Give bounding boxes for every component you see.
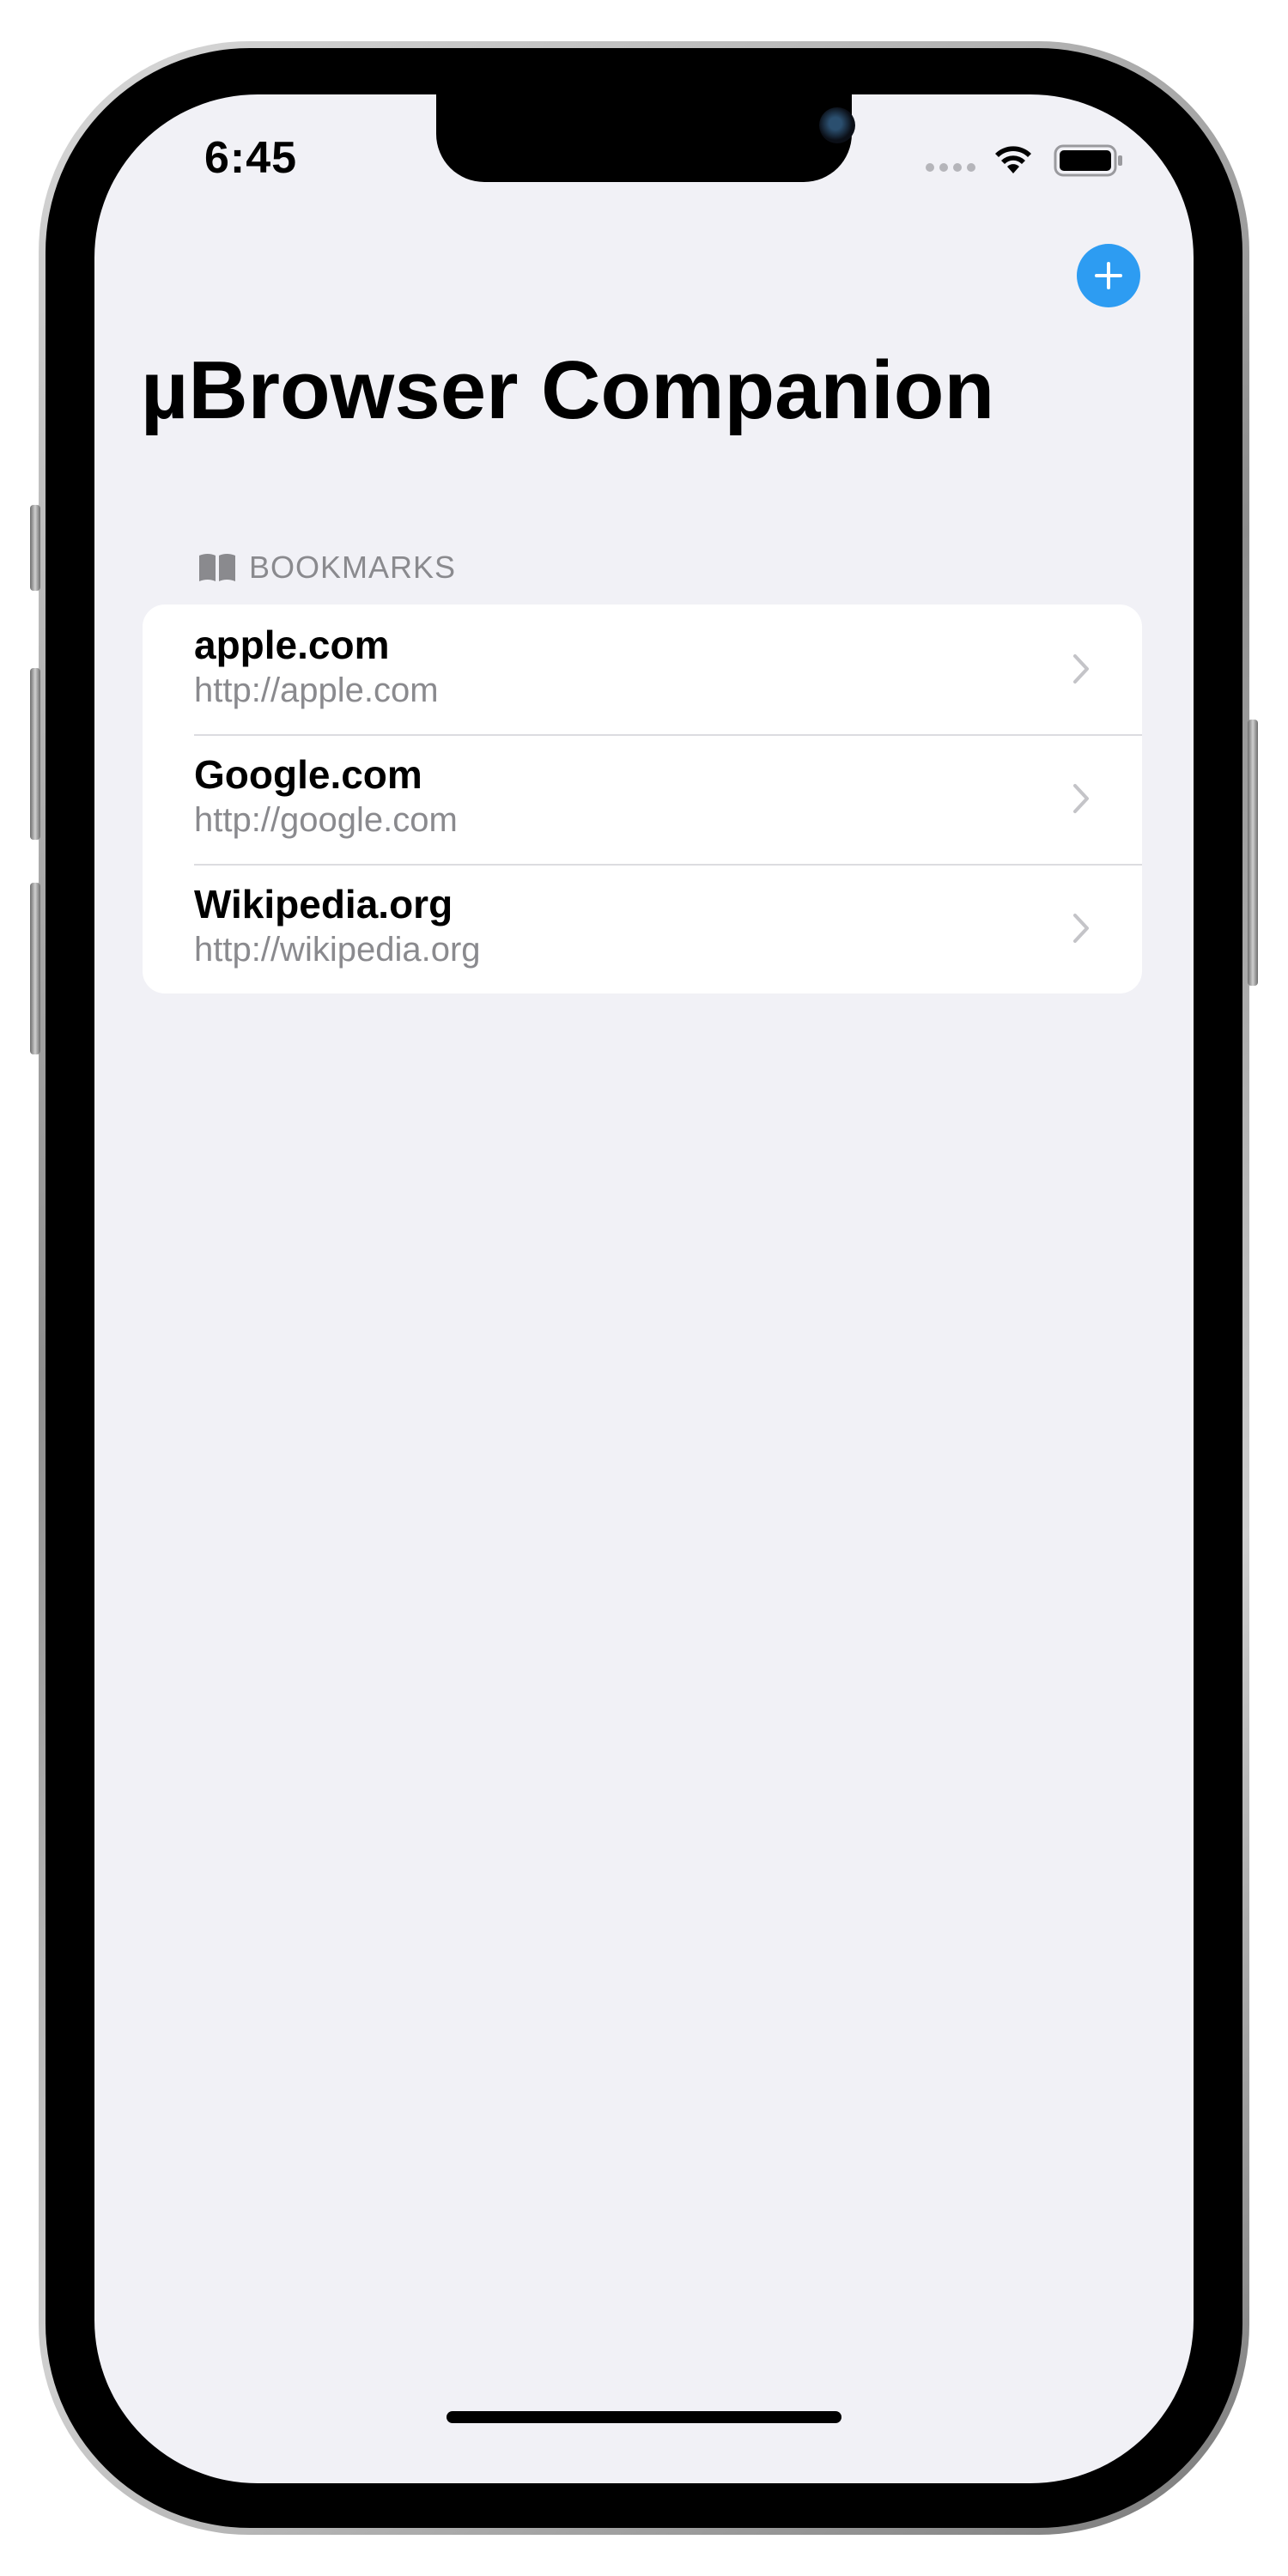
bookmark-title: Wikipedia.org <box>194 882 453 927</box>
silent-switch <box>30 505 40 591</box>
bookmark-url: http://apple.com <box>194 671 439 709</box>
battery-icon <box>1054 144 1122 177</box>
bookmark-title: Google.com <box>194 752 422 797</box>
chevron-right-icon <box>1073 654 1089 683</box>
wifi-icon <box>995 146 1031 173</box>
bookmarks-list: apple.com http://apple.com Google.com ht… <box>143 605 1142 993</box>
notch <box>436 94 855 182</box>
page-title: µBrowser Companion <box>141 344 995 436</box>
bookmark-row-apple[interactable]: apple.com http://apple.com <box>143 605 1142 734</box>
bookmark-row-google[interactable]: Google.com http://google.com <box>143 734 1142 864</box>
bookmark-title: apple.com <box>194 623 390 667</box>
chevron-right-icon <box>1073 914 1089 943</box>
add-bookmark-button[interactable] <box>1077 244 1140 307</box>
home-indicator[interactable] <box>447 2411 841 2423</box>
status-time: 6:45 <box>204 133 298 183</box>
volume-up-button <box>30 668 40 840</box>
bookmarks-section-header: BOOKMARKS <box>197 550 456 586</box>
app-screen: 6:45 µBrowser Companion BOOKMARKS apple.… <box>94 94 1194 2483</box>
front-camera <box>819 107 855 143</box>
book-icon <box>199 554 235 581</box>
chevron-right-icon <box>1073 784 1089 813</box>
bookmark-url: http://wikipedia.org <box>194 931 481 969</box>
volume-down-button <box>30 883 40 1054</box>
bookmark-url: http://google.com <box>194 801 458 839</box>
cellular-signal-icon <box>926 163 975 172</box>
plus-icon <box>1095 262 1122 289</box>
section-label: BOOKMARKS <box>249 550 457 585</box>
power-button <box>1248 720 1258 986</box>
bookmark-row-wikipedia[interactable]: Wikipedia.org http://wikipedia.org <box>143 864 1142 993</box>
